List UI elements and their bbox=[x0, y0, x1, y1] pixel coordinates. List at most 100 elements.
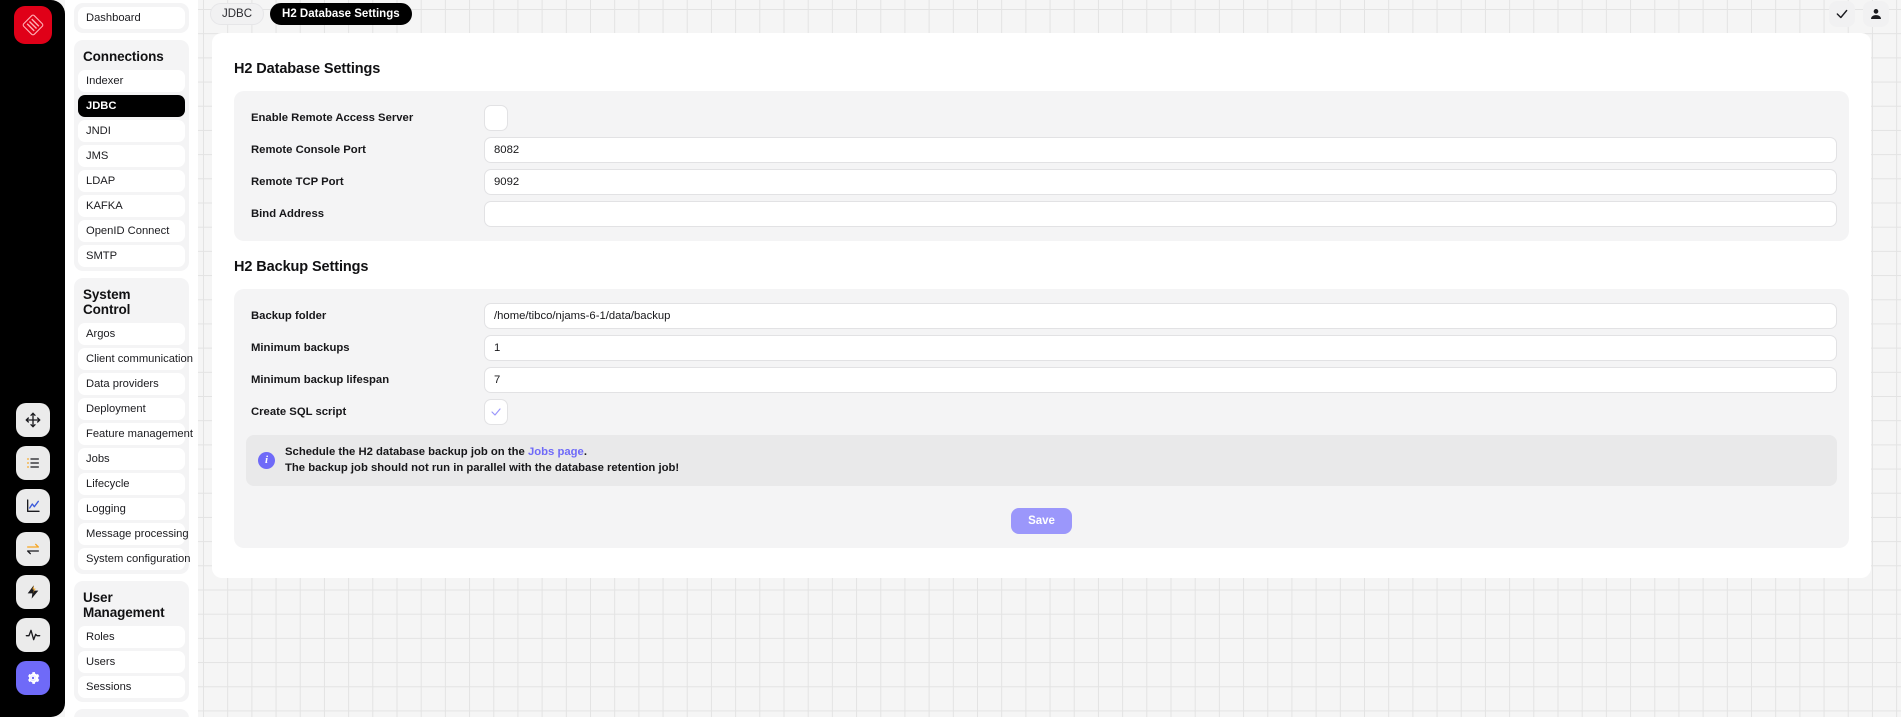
sidebar-group-title: System Control bbox=[83, 287, 131, 317]
enable-remote-access-server-checkbox[interactable] bbox=[484, 105, 508, 131]
topbar: JDBC H2 Database Settings bbox=[198, 0, 1901, 28]
save-button[interactable]: Save bbox=[1011, 507, 1072, 534]
sidebar-item-message-processing[interactable]: Message processing bbox=[78, 523, 189, 545]
sidebar-item-argos[interactable]: Argos bbox=[78, 323, 185, 345]
gear-icon bbox=[27, 672, 39, 684]
create-sql-script-checkbox[interactable] bbox=[484, 399, 508, 425]
sidebar-item-label: JMS bbox=[86, 150, 109, 162]
sidebar-item-label: Users bbox=[86, 656, 116, 668]
sidebar-item-roles[interactable]: Roles bbox=[78, 626, 185, 648]
settings-content-card: H2 Database Settings Enable Remote Acces… bbox=[212, 33, 1871, 578]
move-arrows-icon bbox=[25, 412, 40, 428]
check-icon bbox=[1836, 9, 1848, 19]
chart-icon bbox=[26, 499, 40, 512]
jobs-page-link[interactable]: Jobs page bbox=[528, 446, 584, 458]
rail-item-bolt[interactable] bbox=[15, 575, 50, 609]
field-label: Minimum backup lifespan bbox=[251, 374, 390, 386]
activity-pulse-icon bbox=[25, 629, 40, 641]
sidebar-item-label: LDAP bbox=[86, 175, 116, 187]
sidebar-item-label: Lifecycle bbox=[86, 478, 130, 490]
save-button-wrap: Save bbox=[246, 507, 1837, 534]
sidebar-item-indexer[interactable]: Indexer bbox=[78, 70, 185, 92]
rail-item-list[interactable] bbox=[15, 446, 50, 480]
breadcrumb-jdbc[interactable]: JDBC bbox=[210, 3, 265, 25]
breadcrumb: JDBC H2 Database Settings bbox=[210, 3, 412, 25]
sidebar-item-users[interactable]: Users bbox=[78, 651, 185, 673]
sidebar-item-label: Dashboard bbox=[86, 12, 141, 24]
sidebar-item-label: Client communication bbox=[86, 353, 193, 365]
sidebar-item-ldap[interactable]: LDAP bbox=[78, 170, 185, 192]
logo-diamond-icon bbox=[22, 14, 43, 36]
icon-rail bbox=[0, 0, 65, 717]
backup-folder-input[interactable] bbox=[484, 303, 1837, 329]
sidebar-item-dashboard[interactable]: Dashboard bbox=[78, 7, 185, 29]
remote-tcp-port-input[interactable] bbox=[484, 169, 1837, 195]
sidebar-item-openid-connect[interactable]: OpenID Connect bbox=[78, 220, 185, 242]
sidebar-item-label: Logging bbox=[86, 503, 126, 515]
rail-item-move-arrows[interactable] bbox=[15, 403, 50, 437]
sidebar-item-logging[interactable]: Logging bbox=[78, 498, 185, 520]
sidebar-item-data-providers[interactable]: Data providers bbox=[78, 373, 185, 395]
sidebar-nav: Dashboard Connections Indexer JDBC JNDI … bbox=[65, 0, 198, 717]
field-label: Minimum backups bbox=[251, 342, 350, 354]
sidebar-item-label: Indexer bbox=[86, 75, 124, 87]
field-row-backup-folder: Backup folder bbox=[246, 303, 1837, 329]
topbar-actions bbox=[1829, 1, 1889, 27]
sidebar-item-system-configuration[interactable]: System configuration bbox=[78, 548, 190, 570]
info-icon: i bbox=[258, 451, 275, 469]
minimum-backup-lifespan-input[interactable] bbox=[484, 367, 1837, 393]
page-title: H2 Database Settings bbox=[234, 61, 381, 77]
field-row-bind-address: Bind Address bbox=[246, 201, 1837, 227]
rail-item-settings[interactable] bbox=[15, 661, 50, 695]
sidebar-item-jndi[interactable]: JNDI bbox=[78, 120, 185, 142]
field-row-minimum-backup-lifespan: Minimum backup lifespan bbox=[246, 367, 1837, 393]
sidebar-item-label: Jobs bbox=[86, 453, 110, 465]
sidebar-item-kafka[interactable]: KAFKA bbox=[78, 195, 185, 217]
info-line-1-suffix: . bbox=[583, 446, 587, 458]
user-menu-button[interactable] bbox=[1863, 1, 1889, 27]
sidebar-group-title: Utilities bbox=[78, 713, 185, 717]
bind-address-input[interactable] bbox=[484, 201, 1837, 227]
sidebar-item-smtp[interactable]: SMTP bbox=[78, 245, 185, 267]
breadcrumb-h2-database-settings[interactable]: H2 Database Settings bbox=[270, 3, 412, 25]
sidebar-item-lifecycle[interactable]: Lifecycle bbox=[78, 473, 185, 495]
sidebar-item-label: Argos bbox=[86, 328, 116, 340]
list-icon bbox=[26, 458, 39, 468]
info-text: Schedule the H2 database backup job on t… bbox=[285, 444, 679, 477]
backup-section-title: H2 Backup Settings bbox=[234, 259, 369, 275]
remote-console-port-input[interactable] bbox=[484, 137, 1837, 163]
sidebar-item-jms[interactable]: JMS bbox=[78, 145, 185, 167]
info-line-1-prefix: Schedule the H2 database backup job on t… bbox=[285, 446, 528, 458]
field-label: Backup folder bbox=[251, 310, 327, 322]
user-icon bbox=[1871, 9, 1881, 19]
confirm-button[interactable] bbox=[1829, 1, 1855, 27]
minimum-backups-input[interactable] bbox=[484, 335, 1837, 361]
field-row-minimum-backups: Minimum backups bbox=[246, 335, 1837, 361]
sidebar-group-user-management: User Management Roles Users Sessions bbox=[74, 581, 189, 702]
info-line-2: The backup job should not run in paralle… bbox=[285, 462, 680, 475]
sidebar-item-feature-management[interactable]: Feature management bbox=[78, 423, 193, 445]
field-row-create-sql-script: Create SQL script bbox=[246, 399, 1837, 425]
sidebar-group-system-control: System Control Argos Client communicatio… bbox=[74, 278, 193, 574]
sidebar-item-jobs[interactable]: Jobs bbox=[78, 448, 185, 470]
sidebar-group-connections: Connections Indexer JDBC JNDI JMS LDAP K… bbox=[74, 40, 189, 271]
app-root: Dashboard Connections Indexer JDBC JNDI … bbox=[0, 0, 1901, 717]
sidebar-item-label: Sessions bbox=[86, 681, 132, 693]
sidebar-item-label: Data providers bbox=[86, 378, 159, 390]
main-area: JDBC H2 Database Settings H2 Database Se… bbox=[198, 0, 1901, 717]
rail-item-exchange[interactable] bbox=[15, 532, 50, 566]
field-row-remote-tcp-port: Remote TCP Port bbox=[246, 169, 1837, 195]
sidebar-group-title: User Management bbox=[83, 590, 165, 620]
sidebar-item-label: JNDI bbox=[86, 125, 111, 137]
sidebar-item-sessions[interactable]: Sessions bbox=[78, 676, 185, 698]
rail-item-chart[interactable] bbox=[15, 489, 50, 523]
bolt-icon bbox=[27, 585, 38, 599]
sidebar-item-client-communication[interactable]: Client communication bbox=[78, 348, 193, 370]
backup-settings-panel: Backup folder Minimum backups Minimum ba… bbox=[234, 289, 1849, 548]
sidebar-group-title: Connections bbox=[83, 49, 164, 64]
check-icon bbox=[491, 408, 501, 416]
field-label: Enable Remote Access Server bbox=[251, 112, 414, 124]
sidebar-item-jdbc[interactable]: JDBC bbox=[78, 95, 185, 117]
rail-item-activity[interactable] bbox=[15, 618, 50, 652]
sidebar-item-deployment[interactable]: Deployment bbox=[78, 398, 185, 420]
